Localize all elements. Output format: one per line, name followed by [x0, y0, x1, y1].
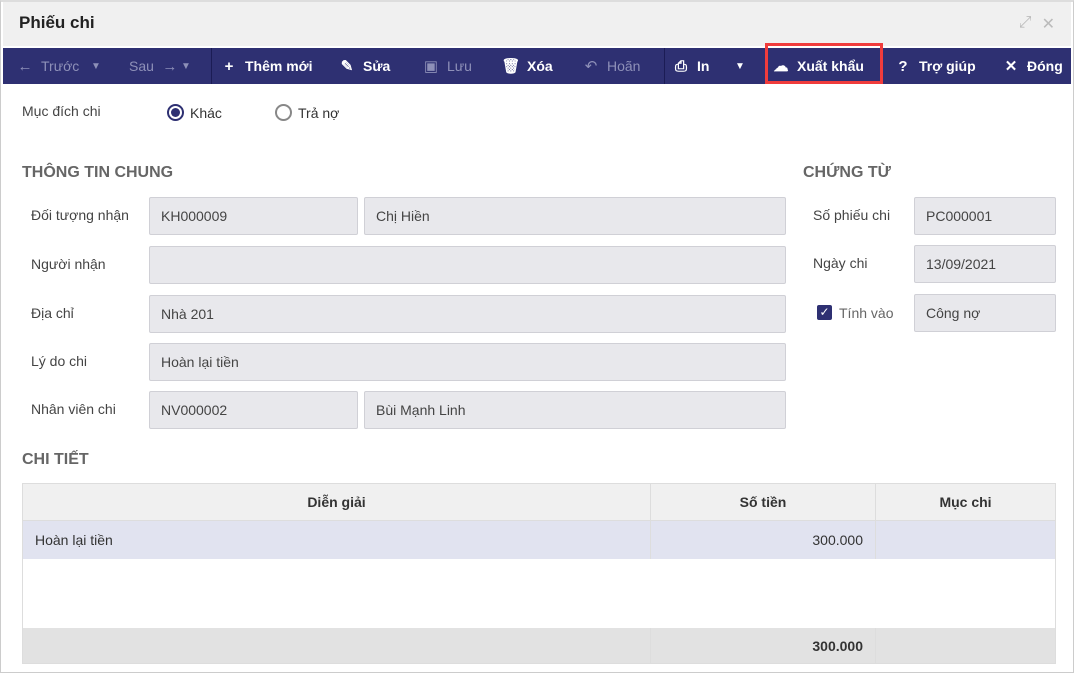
prev-button[interactable]: ← Trước — [17, 48, 80, 84]
toolbar: ← Trước ▼ Sau → ▼ + Thêm mới ✎ Sửa ▣ Lưu 🗑 Xóa… — [3, 48, 1071, 84]
date-label: Ngày chi — [813, 255, 868, 271]
dialog-title: Phiếu chi — [19, 13, 95, 32]
edit-button[interactable]: ✎ Sửa — [339, 48, 391, 84]
section-detail: CHI TIẾT — [22, 451, 89, 468]
section-general: THÔNG TIN CHUNG — [22, 164, 174, 181]
close-icon[interactable]: ✕ — [1042, 14, 1055, 34]
trash-icon: 🗑 — [501, 58, 521, 75]
staff-name-field[interactable]: Bùi Mạnh Linh — [364, 391, 786, 429]
floppy-icon: ▣ — [423, 58, 439, 75]
column-header-category[interactable]: Mục chi — [876, 484, 1055, 520]
date-field[interactable]: 13/09/2021 — [914, 245, 1056, 283]
staff-label: Nhân viên chi — [31, 401, 116, 417]
table-row[interactable]: Hoàn lại tiền 300.000 — [23, 521, 1055, 559]
print-button[interactable]: ⎙ In — [673, 48, 709, 84]
staff-code-field[interactable]: NV000002 — [149, 391, 358, 429]
title-bar: Phiếu chi ⤢ ✕ — [3, 2, 1071, 46]
help-icon: ? — [898, 57, 908, 75]
include-field[interactable]: Công nợ — [914, 294, 1056, 332]
divider — [664, 48, 665, 84]
prev-dropdown-icon[interactable]: ▼ — [91, 48, 101, 84]
plus-icon: + — [224, 57, 234, 75]
help-button[interactable]: ? Trợ giúp — [895, 48, 975, 84]
detail-table: Diễn giải Số tiền Mục chi Hoàn lại tiền … — [22, 483, 1056, 664]
maximize-icon[interactable]: ⤢ — [1019, 14, 1032, 34]
radio-other[interactable]: Khác — [167, 104, 222, 121]
reason-field[interactable]: Hoàn lại tiền — [149, 343, 786, 381]
dialog-window: Phiếu chi ⤢ ✕ ← Trước ▼ Sau → ▼ + Thêm mới ✎… — [0, 0, 1074, 673]
cell-desc[interactable]: Hoàn lại tiền — [23, 521, 651, 559]
recipient-label: Đối tượng nhận — [31, 207, 129, 223]
undo-button[interactable]: ↶ Hoãn — [583, 48, 641, 84]
reason-label: Lý do chi — [31, 353, 88, 369]
cell-amount[interactable]: 300.000 — [651, 521, 876, 559]
receiver-label: Người nhận — [31, 256, 106, 272]
column-header-amount[interactable]: Số tiền — [651, 484, 876, 520]
table-footer: 300.000 — [23, 628, 1055, 663]
export-highlight — [765, 43, 883, 84]
undo-icon: ↶ — [584, 58, 598, 75]
include-label: Tính vào — [839, 305, 894, 321]
printer-icon: ⎙ — [674, 57, 687, 75]
include-checkbox[interactable]: ✓ — [817, 305, 832, 320]
footer-blank — [23, 628, 651, 663]
radio-checked-icon — [167, 104, 184, 121]
x-icon: ✕ — [1004, 58, 1018, 75]
column-header-desc[interactable]: Diễn giải — [23, 484, 651, 520]
receiver-field[interactable] — [149, 246, 786, 284]
pencil-icon: ✎ — [340, 58, 354, 75]
section-voucher: CHỨNG TỪ — [803, 164, 891, 181]
address-field[interactable]: Nhà 201 — [149, 295, 786, 333]
radio-debt[interactable]: Trả nợ — [275, 104, 339, 121]
voucher-number-field[interactable]: PC000001 — [914, 197, 1056, 235]
table-header: Diễn giải Số tiền Mục chi — [23, 484, 1055, 521]
next-button[interactable]: Sau → — [129, 48, 178, 84]
delete-button[interactable]: 🗑 Xóa — [501, 48, 552, 84]
recipient-name-field[interactable]: Chị Hiền — [364, 197, 786, 235]
close-button[interactable]: ✕ Đóng — [1003, 48, 1063, 84]
save-button[interactable]: ▣ Lưu — [423, 48, 472, 84]
total-amount: 300.000 — [651, 628, 876, 663]
footer-blank — [876, 628, 1055, 663]
add-button[interactable]: + Thêm mới — [221, 48, 313, 84]
print-dropdown-icon[interactable]: ▼ — [735, 48, 745, 84]
cell-category[interactable] — [876, 521, 1055, 559]
arrow-left-icon: ← — [17, 57, 33, 75]
arrow-right-icon: → — [162, 57, 178, 75]
address-label: Địa chỉ — [31, 305, 74, 321]
purpose-label: Mục đích chi — [22, 103, 101, 119]
voucher-number-label: Số phiếu chi — [813, 207, 891, 223]
divider — [211, 48, 212, 84]
recipient-code-field[interactable]: KH000009 — [149, 197, 358, 235]
next-dropdown-icon[interactable]: ▼ — [181, 48, 191, 84]
radio-unchecked-icon — [275, 104, 292, 121]
